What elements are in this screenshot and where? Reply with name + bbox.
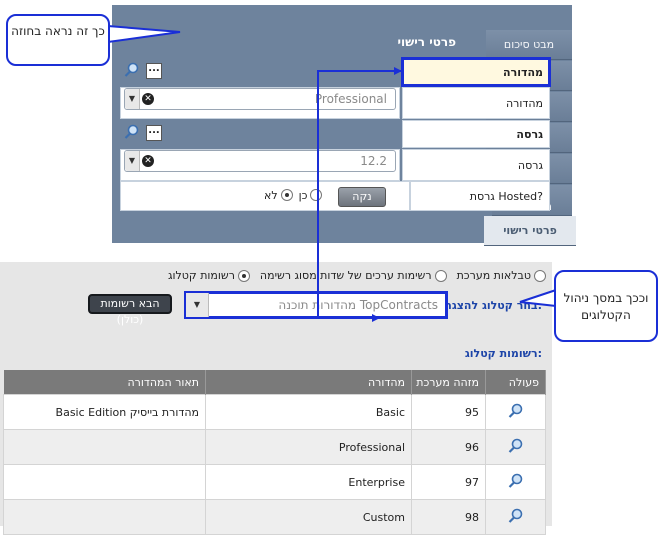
annotation-arrows <box>107 24 557 322</box>
callout-contract: כך זה נראה בחוזה <box>6 14 110 66</box>
callout-catalog: וככך במסך ניהול הקטלוגים <box>554 270 658 342</box>
